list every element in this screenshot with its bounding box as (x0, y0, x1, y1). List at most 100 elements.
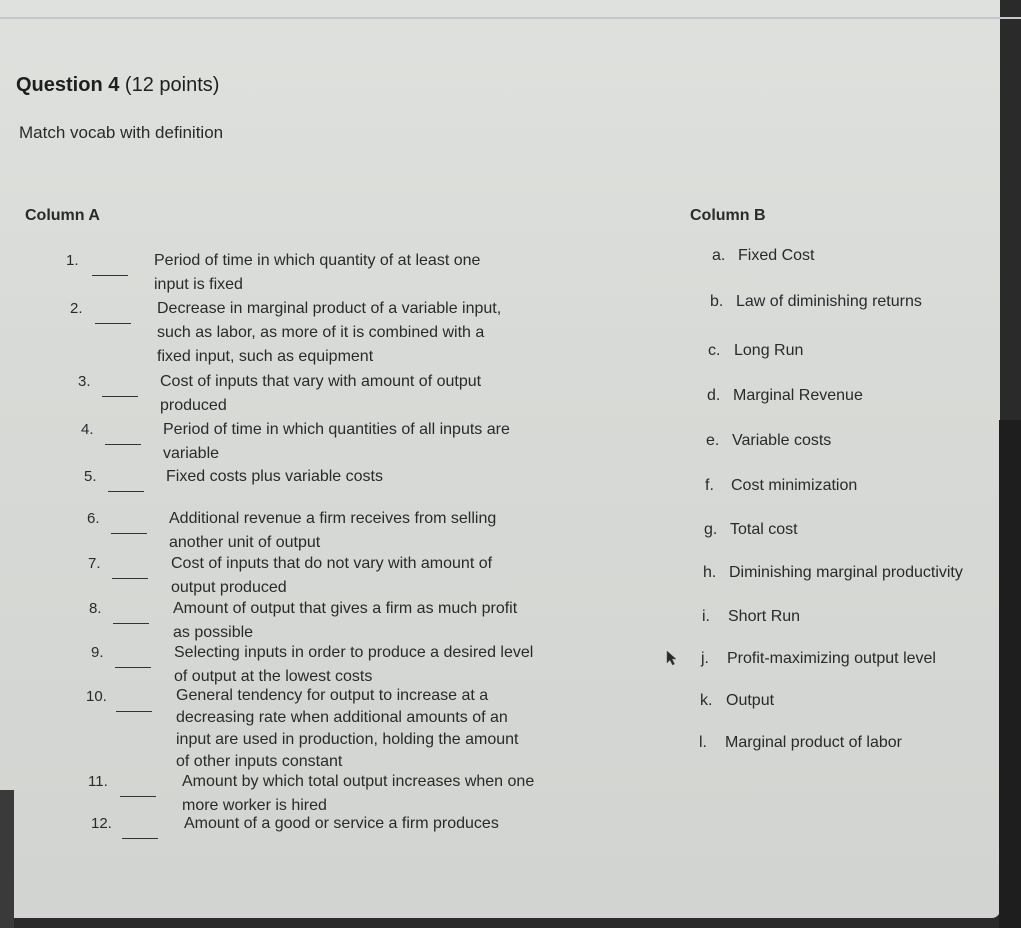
definition-text: Amount of output that gives a firm as mu… (173, 597, 517, 645)
term-text: Cost minimization (731, 477, 858, 494)
column-b-item-g: g. Total cost (704, 521, 798, 539)
mouse-cursor-icon (666, 650, 677, 666)
definition-text: Period of time in which quantities of al… (163, 418, 510, 466)
definition-text: Cost of inputs that do not vary with amo… (171, 552, 492, 600)
column-b-item-a: a. Fixed Cost (712, 247, 814, 265)
definition-line: input are used in production, holding th… (176, 731, 519, 748)
item-number: 7. (88, 555, 101, 572)
item-letter: k. (700, 692, 713, 709)
device-bezel-left (0, 790, 14, 928)
definition-line: Fixed costs plus variable costs (166, 468, 383, 485)
definition-text: Cost of inputs that vary with amount of … (160, 370, 481, 418)
answer-blank[interactable] (112, 566, 148, 579)
answer-blank[interactable] (122, 826, 158, 839)
definition-line: such as labor, as more of it is combined… (157, 324, 485, 341)
definition-text: Selecting inputs in order to produce a d… (174, 641, 533, 689)
definition-line: input is fixed (154, 276, 243, 293)
item-letter: e. (706, 432, 720, 449)
definition-text: Additional revenue a firm receives from … (169, 507, 496, 555)
answer-blank[interactable] (113, 611, 149, 624)
definition-line: Amount of output that gives a firm as mu… (173, 600, 518, 617)
definition-line: fixed input, such as equipment (157, 348, 374, 365)
answer-blank[interactable] (115, 655, 151, 668)
item-letter: i. (702, 608, 710, 625)
definition-line: decreasing rate when additional amounts … (176, 709, 508, 726)
item-letter: f. (705, 477, 714, 494)
column-b-item-b: b. Law of diminishing returns (710, 293, 922, 311)
answer-blank[interactable] (111, 521, 147, 534)
item-number: 9. (91, 644, 104, 661)
question-page: Question 4 (12 points) Match vocab with … (0, 0, 1021, 918)
item-number: 2. (70, 300, 83, 317)
item-number: 3. (78, 373, 91, 390)
definition-line: Cost of inputs that vary with amount of … (160, 373, 482, 390)
item-letter: g. (704, 521, 718, 538)
term-text: Long Run (734, 342, 804, 359)
column-b-header: Column B (690, 207, 766, 224)
definition-line: Decrease in marginal product of a variab… (157, 300, 502, 317)
column-b-item-l: l. Marginal product of labor (699, 734, 902, 752)
device-bezel-right (999, 420, 1021, 928)
definition-text: Period of time in which quantity of at l… (154, 249, 480, 297)
item-number: 5. (84, 468, 97, 485)
term-text: Marginal product of labor (725, 734, 902, 751)
definition-line: Period of time in which quantity of at l… (154, 252, 481, 269)
definition-line: Cost of inputs that do not vary with amo… (171, 555, 493, 572)
answer-blank[interactable] (116, 699, 152, 712)
column-b-item-k: k. Output (700, 692, 774, 710)
definition-line: Amount of a good or service a firm produ… (184, 815, 499, 832)
item-number: 10. (86, 688, 107, 705)
definition-text: Amount of a good or service a firm produ… (184, 812, 499, 836)
question-points: (12 points) (124, 74, 220, 96)
definition-text: Fixed costs plus variable costs (166, 465, 383, 489)
item-letter: l. (699, 734, 707, 751)
item-number: 4. (81, 421, 94, 438)
column-b-item-f: f. Cost minimization (705, 477, 857, 495)
term-text: Law of diminishing returns (736, 293, 922, 310)
term-text: Diminishing marginal productivity (729, 564, 963, 581)
term-text: Short Run (728, 608, 801, 625)
definition-text: Decrease in marginal product of a variab… (157, 297, 501, 369)
item-letter: b. (710, 293, 724, 310)
item-letter: h. (703, 564, 717, 581)
answer-blank[interactable] (105, 432, 141, 445)
item-letter: c. (708, 342, 721, 359)
column-b-item-d: d. Marginal Revenue (707, 387, 863, 405)
definition-line: variable (163, 445, 220, 462)
definition-line: produced (160, 397, 227, 414)
column-a-header: Column A (25, 207, 100, 224)
term-text: Total cost (730, 521, 798, 538)
column-b-item-i: i. Short Run (702, 608, 800, 626)
definition-text: Amount by which total output increases w… (182, 770, 534, 818)
answer-blank[interactable] (102, 384, 138, 397)
item-letter: d. (707, 387, 721, 404)
column-b-item-c: c. Long Run (708, 342, 803, 360)
top-divider (0, 17, 1021, 19)
column-b-item-j: j. Profit-maximizing output level (701, 650, 936, 668)
answer-blank[interactable] (120, 784, 156, 797)
item-number: 11. (88, 773, 108, 790)
item-number: 8. (89, 600, 102, 617)
question-instructions: Match vocab with definition (19, 123, 224, 142)
term-text: Output (726, 692, 775, 709)
term-text: Marginal Revenue (733, 387, 863, 404)
question-title-text: Question 4 (16, 74, 120, 96)
term-text: Variable costs (732, 432, 832, 449)
term-text: Profit-maximizing output level (727, 650, 936, 667)
definition-line: General tendency for output to increase … (176, 687, 489, 704)
item-number: 1. (66, 252, 79, 269)
item-letter: a. (712, 247, 726, 264)
definition-text: General tendency for output to increase … (176, 685, 518, 773)
definition-line: Period of time in which quantities of al… (163, 421, 510, 438)
column-b-item-e: e. Variable costs (706, 432, 831, 450)
answer-blank[interactable] (95, 311, 131, 324)
question-title: Question 4 (12 points) (16, 74, 219, 97)
definition-line: Selecting inputs in order to produce a d… (174, 644, 534, 661)
term-text: Fixed Cost (738, 247, 815, 264)
item-number: 6. (87, 510, 100, 527)
column-b-item-h: h. Diminishing marginal productivity (703, 564, 963, 582)
answer-blank[interactable] (92, 263, 128, 276)
answer-blank[interactable] (108, 479, 144, 492)
item-letter: j. (701, 650, 709, 667)
item-number: 12. (91, 815, 112, 832)
